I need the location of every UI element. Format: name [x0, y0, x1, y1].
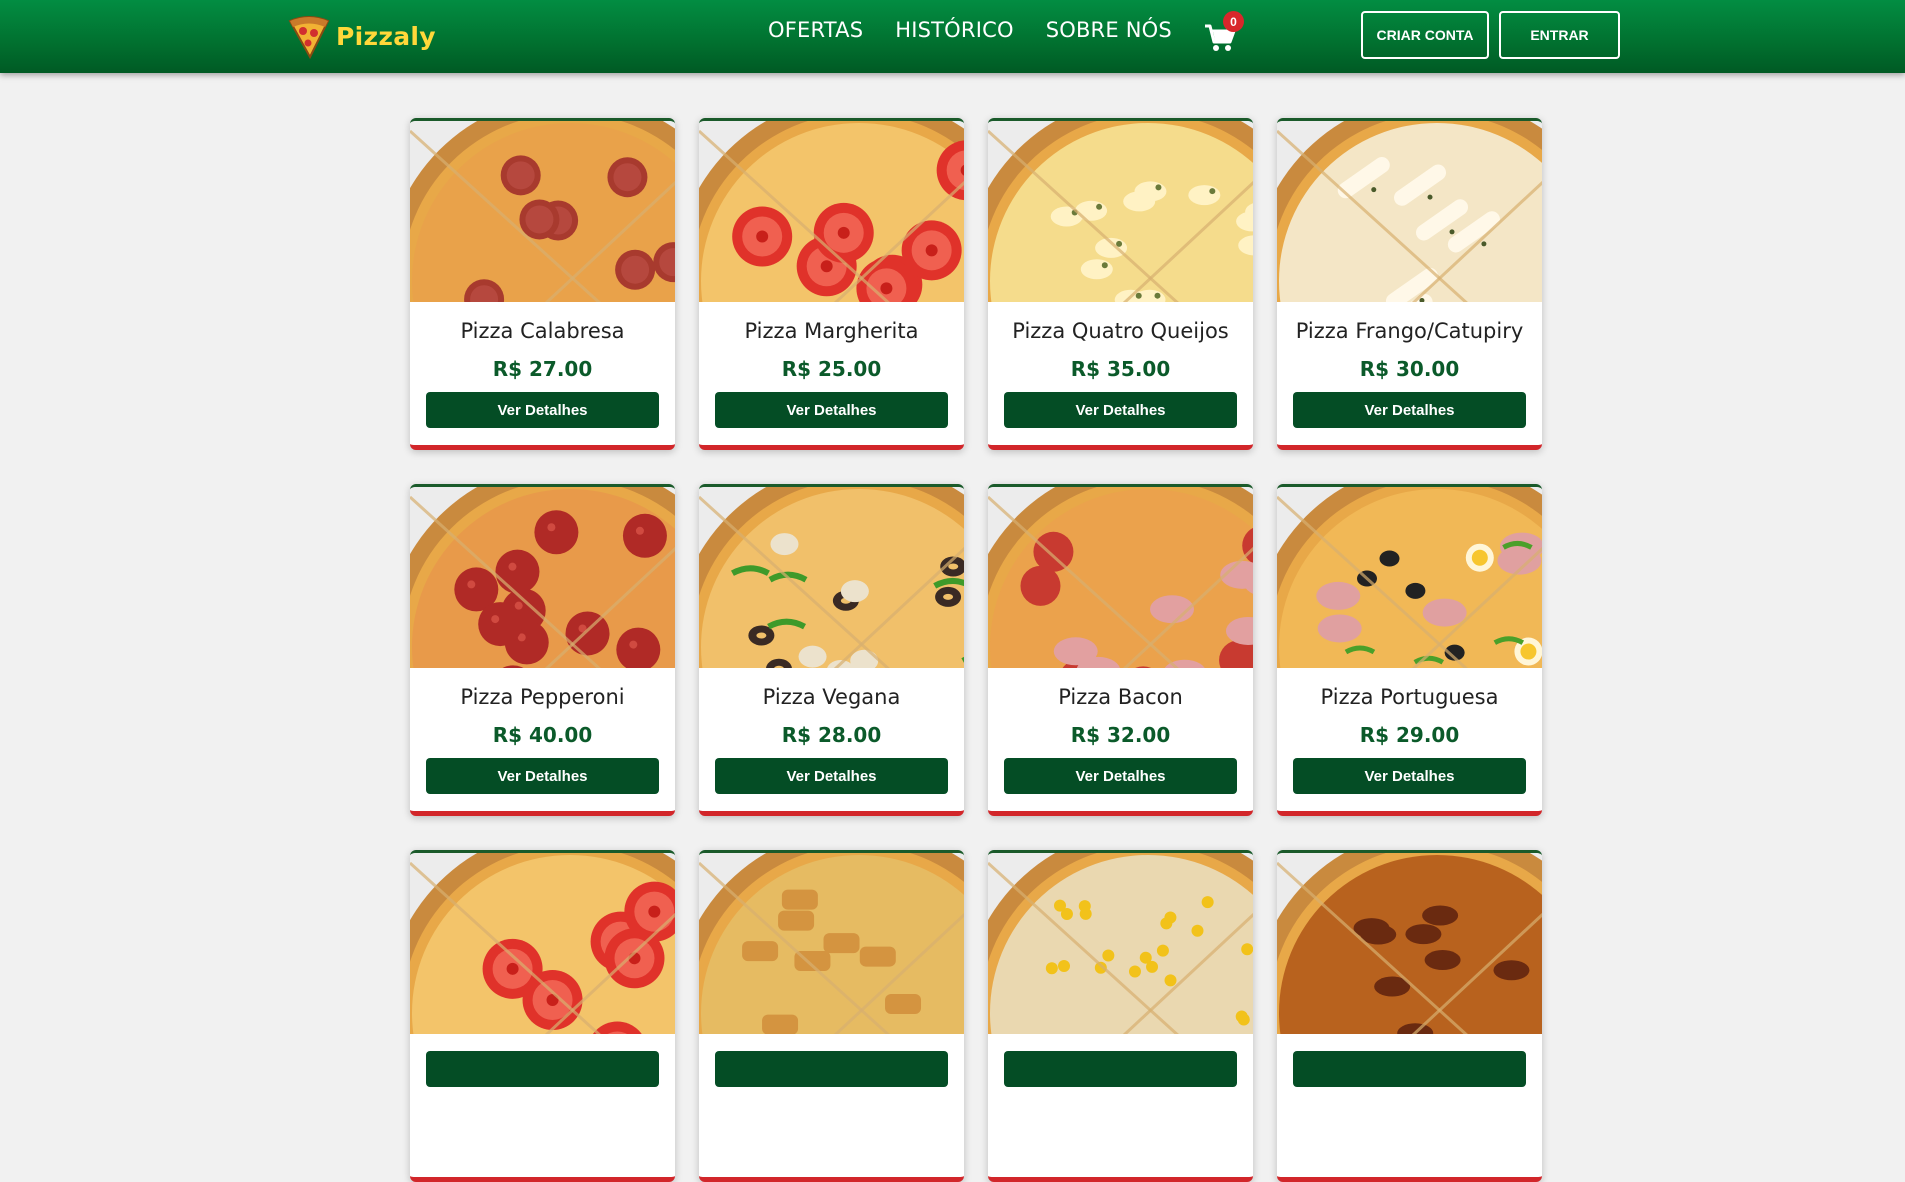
pizza-photo: [410, 121, 675, 302]
view-details-button[interactable]: Ver Detalhes: [715, 392, 948, 428]
product-grid: Pizza Calabresa R$ 27.00 Ver Detalhes Pi…: [410, 118, 1542, 1182]
pizza-photo: [1277, 853, 1542, 1034]
product-image[interactable]: [699, 853, 964, 1034]
product-card: [1277, 850, 1542, 1182]
view-details-button[interactable]: Ver Detalhes: [426, 758, 659, 794]
view-details-button[interactable]: [1293, 1051, 1526, 1087]
brand-name: Pizzaly: [336, 22, 436, 51]
product-name: Pizza Bacon: [988, 685, 1253, 709]
product-price: R$ 27.00: [410, 357, 675, 381]
pizza-photo: [988, 121, 1253, 302]
pizza-photo: [699, 853, 964, 1034]
product-image[interactable]: [699, 487, 964, 668]
product-image[interactable]: [1277, 853, 1542, 1034]
nav-ofertas[interactable]: OFERTAS: [768, 18, 863, 42]
nav-sobre-nos[interactable]: SOBRE NÓS: [1046, 18, 1172, 42]
brand-logo[interactable]: Pizzaly: [286, 14, 436, 58]
product-name: Pizza Quatro Queijos: [988, 319, 1253, 343]
pizza-photo: [1277, 121, 1542, 302]
product-card: Pizza Pepperoni R$ 40.00 Ver Detalhes: [410, 484, 675, 816]
pizza-photo: [699, 121, 964, 302]
product-price: R$ 29.00: [1277, 723, 1542, 747]
view-details-button[interactable]: Ver Detalhes: [426, 392, 659, 428]
top-header: Pizzaly OFERTAS HISTÓRICO SOBRE NÓS 0 CR…: [0, 0, 1905, 73]
product-name: Pizza Vegana: [699, 685, 964, 709]
view-details-button[interactable]: Ver Detalhes: [715, 758, 948, 794]
signup-button[interactable]: CRIAR CONTA: [1361, 11, 1489, 59]
pizza-photo: [1277, 487, 1542, 668]
view-details-button[interactable]: Ver Detalhes: [1293, 392, 1526, 428]
product-card: Pizza Vegana R$ 28.00 Ver Detalhes: [699, 484, 964, 816]
product-image[interactable]: [699, 121, 964, 302]
product-card: Pizza Quatro Queijos R$ 35.00 Ver Detalh…: [988, 118, 1253, 450]
product-price: R$ 35.00: [988, 357, 1253, 381]
pizza-photo: [988, 853, 1253, 1034]
product-image[interactable]: [1277, 487, 1542, 668]
cart-count-badge: 0: [1223, 11, 1244, 32]
pizza-photo: [410, 853, 675, 1034]
product-price: R$ 25.00: [699, 357, 964, 381]
product-price: R$ 30.00: [1277, 357, 1542, 381]
product-card: [988, 850, 1253, 1182]
product-image[interactable]: [410, 487, 675, 668]
view-details-button[interactable]: [1004, 1051, 1237, 1087]
view-details-button[interactable]: Ver Detalhes: [1004, 392, 1237, 428]
product-name: Pizza Calabresa: [410, 319, 675, 343]
product-image[interactable]: [1277, 121, 1542, 302]
product-name: Pizza Frango/Catupiry: [1277, 319, 1542, 343]
product-image[interactable]: [988, 853, 1253, 1034]
product-image[interactable]: [988, 121, 1253, 302]
product-name: Pizza Margherita: [699, 319, 964, 343]
product-image[interactable]: [988, 487, 1253, 668]
pizza-slice-icon: [286, 13, 332, 59]
pizza-photo: [410, 487, 675, 668]
product-image[interactable]: [410, 853, 675, 1034]
product-card: Pizza Frango/Catupiry R$ 30.00 Ver Detal…: [1277, 118, 1542, 450]
main-nav: OFERTAS HISTÓRICO SOBRE NÓS: [768, 18, 1204, 42]
login-button[interactable]: ENTRAR: [1499, 11, 1620, 59]
product-price: R$ 40.00: [410, 723, 675, 747]
product-name: Pizza Portuguesa: [1277, 685, 1542, 709]
product-price: R$ 32.00: [988, 723, 1253, 747]
pizza-photo: [699, 487, 964, 668]
product-price: R$ 28.00: [699, 723, 964, 747]
view-details-button[interactable]: Ver Detalhes: [1293, 758, 1526, 794]
nav-historico[interactable]: HISTÓRICO: [895, 18, 1013, 42]
product-name: Pizza Pepperoni: [410, 685, 675, 709]
view-details-button[interactable]: [715, 1051, 948, 1087]
pizza-photo: [988, 487, 1253, 668]
product-card: Pizza Margherita R$ 25.00 Ver Detalhes: [699, 118, 964, 450]
product-card: Pizza Bacon R$ 32.00 Ver Detalhes: [988, 484, 1253, 816]
product-card: Pizza Calabresa R$ 27.00 Ver Detalhes: [410, 118, 675, 450]
product-image[interactable]: [410, 121, 675, 302]
view-details-button[interactable]: [426, 1051, 659, 1087]
product-card: [699, 850, 964, 1182]
view-details-button[interactable]: Ver Detalhes: [1004, 758, 1237, 794]
product-card: Pizza Portuguesa R$ 29.00 Ver Detalhes: [1277, 484, 1542, 816]
product-card: [410, 850, 675, 1182]
